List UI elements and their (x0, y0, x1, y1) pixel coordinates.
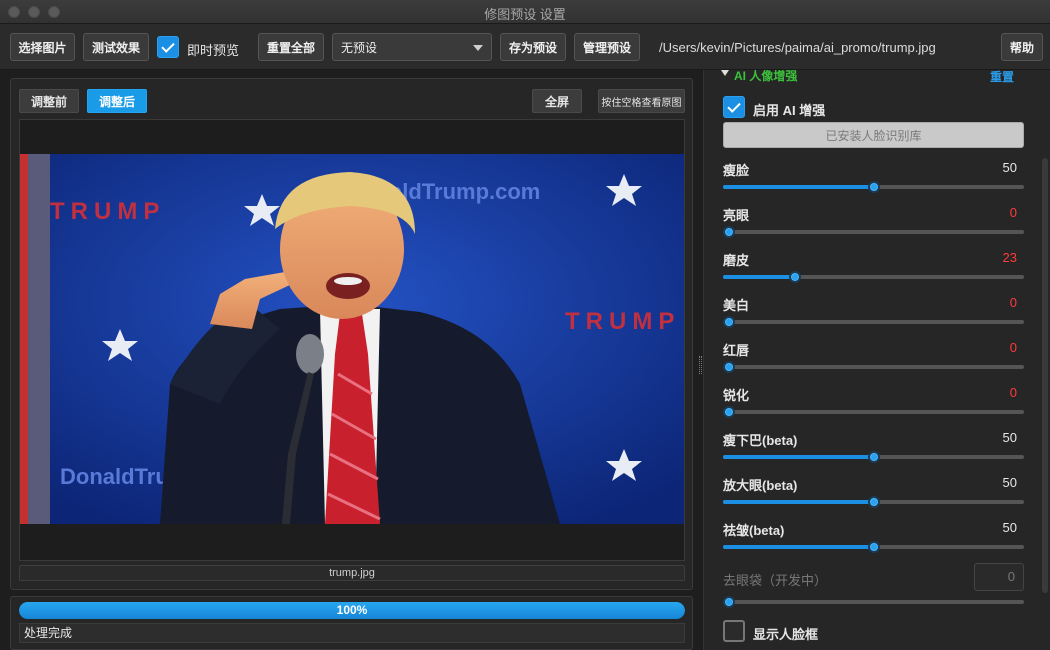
slider-knob-brighten-eyes[interactable] (723, 226, 735, 238)
section-title: AI 人像增强 (734, 70, 798, 83)
enable-ai-checkbox[interactable] (723, 96, 745, 118)
slider-value-sharpen: 0 (1009, 385, 1017, 400)
title-bar: 修图预设 设置 (0, 0, 1050, 24)
progress-bar: 100% (19, 602, 685, 619)
select-image-button[interactable]: 选择图片 (10, 33, 75, 61)
slider-value-slim-chin: 50 (1002, 430, 1017, 445)
filename-label: trump.jpg (19, 565, 685, 581)
slider-label-brighten-eyes: 亮眼 (723, 208, 750, 223)
toolbar: 选择图片 测试效果 即时预览 重置全部 无预设 存为预设 管理预设 /Users… (0, 24, 1050, 70)
manage-preset-button[interactable]: 管理预设 (574, 33, 640, 61)
window-title: 修图预设 设置 (484, 7, 566, 22)
eye-bags-slider[interactable] (723, 596, 1024, 608)
image-path: /Users/kevin/Pictures/paima/ai_promo/tru… (659, 40, 936, 55)
ai-settings-panel: AI 人像增强 重置 启用 AI 增强 已安装人脸识别库 瘦脸 50 亮眼 0 磨皮 23… (703, 70, 1050, 650)
collapse-triangle-icon[interactable] (721, 70, 729, 76)
hold-space-hint-button[interactable]: 按住空格查看原图 (598, 89, 685, 113)
fullscreen-button[interactable]: 全屏 (532, 89, 582, 113)
slider-knob-enlarge-eyes[interactable] (867, 496, 880, 508)
chevron-down-icon (473, 45, 483, 51)
slider-knob-remove-wrinkles[interactable] (867, 541, 880, 553)
eye-bags-value-input[interactable]: 0 (974, 563, 1024, 591)
eye-bags-label: 去眼袋（开发中） (723, 573, 828, 588)
reset-link[interactable]: 重置 (990, 70, 1014, 85)
face-lib-installed-button: 已安装人脸识别库 (723, 122, 1024, 148)
help-button[interactable]: 帮助 (1001, 33, 1043, 61)
svg-text:TRUMP: TRUMP (565, 308, 680, 335)
slider-enlarge-eyes[interactable] (723, 496, 1024, 508)
slider-knob-slim-chin[interactable] (867, 451, 880, 463)
slider-slim-chin[interactable] (723, 451, 1024, 463)
save-preset-button[interactable]: 存为预设 (500, 33, 566, 61)
slider-label-slim-face: 瘦脸 (723, 163, 750, 178)
after-tab[interactable]: 调整后 (87, 89, 147, 113)
live-preview-label: 即时预览 (187, 43, 240, 58)
slider-label-sharpen: 锐化 (723, 388, 750, 403)
slider-knob-slim-face[interactable] (867, 181, 880, 193)
slider-whiten[interactable] (723, 316, 1024, 328)
slider-value-slim-face: 50 (1002, 160, 1017, 175)
slider-sharpen[interactable] (723, 406, 1024, 418)
eye-bags-slider-knob[interactable] (723, 596, 735, 608)
slider-knob-red-lips[interactable] (723, 361, 735, 373)
slider-fill-smooth-skin (723, 275, 796, 279)
slider-remove-wrinkles[interactable] (723, 541, 1024, 553)
slider-knob-sharpen[interactable] (723, 406, 735, 418)
slider-knob-smooth-skin[interactable] (789, 271, 802, 283)
show-face-box-checkbox[interactable] (723, 620, 745, 642)
slider-value-whiten: 0 (1009, 295, 1017, 310)
live-preview-checkbox[interactable] (157, 36, 179, 58)
slider-value-remove-wrinkles: 50 (1002, 520, 1017, 535)
slider-slim-face[interactable] (723, 181, 1024, 193)
splitter-handle[interactable] (699, 356, 702, 374)
preset-select[interactable]: 无预设 (332, 33, 492, 61)
slider-brighten-eyes[interactable] (723, 226, 1024, 238)
preview-panel: 调整前 调整后 全屏 按住空格查看原图 TRUMP TRUMP aldTrump… (10, 78, 693, 590)
slider-value-smooth-skin: 23 (1002, 250, 1017, 265)
before-tab[interactable]: 调整前 (19, 89, 79, 113)
slider-label-remove-wrinkles: 祛皱(beta) (723, 523, 785, 538)
show-face-box-label: 显示人脸框 (753, 627, 819, 642)
checkmark-icon (161, 38, 175, 53)
checkmark-icon (727, 98, 741, 113)
slider-label-smooth-skin: 磨皮 (723, 253, 750, 268)
image-preview[interactable]: TRUMP TRUMP aldTrump.com DonaldTrump.com (19, 119, 685, 561)
slider-red-lips[interactable] (723, 361, 1024, 373)
slider-fill-slim-chin (723, 455, 874, 459)
photo-illustration: TRUMP TRUMP aldTrump.com DonaldTrump.com (20, 154, 684, 524)
slider-label-whiten: 美白 (723, 298, 750, 313)
enable-ai-label: 启用 AI 增强 (753, 103, 826, 118)
preview-photo: TRUMP TRUMP aldTrump.com DonaldTrump.com (20, 154, 684, 524)
slider-value-brighten-eyes: 0 (1009, 205, 1017, 220)
progress-percent: 100% (336, 603, 368, 617)
reset-all-button[interactable]: 重置全部 (258, 33, 324, 61)
slider-fill-enlarge-eyes (723, 500, 874, 504)
test-effect-button[interactable]: 测试效果 (83, 33, 149, 61)
slider-fill-remove-wrinkles (723, 545, 874, 549)
preset-select-value: 无预设 (341, 40, 378, 55)
scrollbar[interactable] (1042, 158, 1048, 593)
slider-smooth-skin[interactable] (723, 271, 1024, 283)
slider-fill-slim-face (723, 185, 874, 189)
status-text: 处理完成 (19, 623, 685, 643)
slider-label-enlarge-eyes: 放大眼(beta) (723, 478, 798, 493)
slider-value-red-lips: 0 (1009, 340, 1017, 355)
slider-label-slim-chin: 瘦下巴(beta) (723, 433, 798, 448)
slider-label-red-lips: 红唇 (723, 343, 750, 358)
slider-value-enlarge-eyes: 50 (1002, 475, 1017, 490)
progress-area: 100% 处理完成 (10, 596, 693, 650)
svg-text:TRUMP: TRUMP (50, 198, 165, 225)
slider-knob-whiten[interactable] (723, 316, 735, 328)
svg-text:aldTrump.com: aldTrump.com (390, 179, 540, 204)
